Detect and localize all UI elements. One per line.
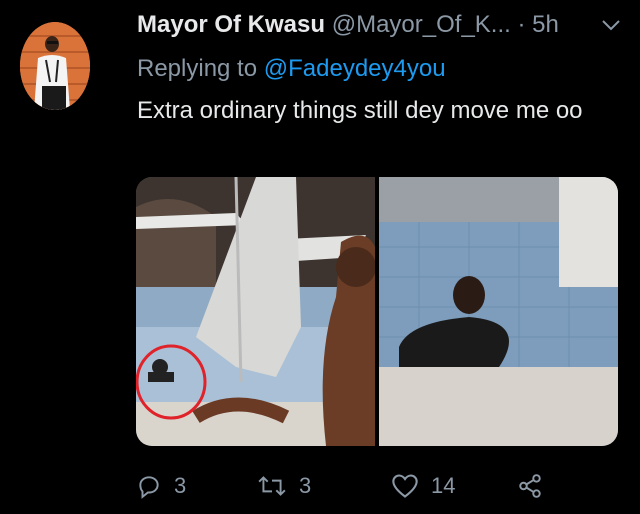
like-button[interactable]: 14 bbox=[391, 473, 455, 499]
reply-icon bbox=[139, 476, 159, 499]
timestamp[interactable]: 5h bbox=[532, 11, 559, 38]
display-name[interactable]: Mayor Of Kwasu bbox=[137, 11, 325, 38]
replying-prefix: Replying to bbox=[137, 55, 258, 82]
tweet-header: Mayor Of Kwasu @Mayor_Of_K... · 5h bbox=[137, 10, 627, 40]
media-photo-2[interactable] bbox=[379, 177, 618, 446]
mention-link[interactable]: @Fadeydey4you bbox=[264, 55, 446, 82]
media-photo-1[interactable] bbox=[136, 177, 375, 446]
like-count: 14 bbox=[431, 473, 456, 498]
retweet-icon bbox=[258, 476, 286, 496]
reply-button[interactable]: 3 bbox=[136, 473, 186, 499]
tweet[interactable]: Mayor Of Kwasu @Mayor_Of_K... · 5h Reply… bbox=[0, 0, 640, 514]
handle[interactable]: @Mayor_Of_K... bbox=[332, 11, 511, 38]
replying-to: Replying to @Fadeydey4you bbox=[137, 52, 446, 86]
media-grid bbox=[136, 177, 618, 446]
heart-icon bbox=[392, 474, 418, 498]
reply-count: 3 bbox=[174, 473, 187, 498]
action-bar: 3 3 14 bbox=[136, 466, 618, 506]
retweet-button[interactable]: 3 bbox=[257, 473, 311, 499]
chevron-down-icon[interactable] bbox=[600, 14, 622, 41]
separator: · bbox=[517, 11, 526, 38]
tweet-text: Extra ordinary things still dey move me … bbox=[137, 97, 583, 124]
share-icon bbox=[519, 474, 541, 498]
avatar[interactable] bbox=[20, 22, 90, 110]
share-button[interactable] bbox=[516, 473, 544, 499]
retweet-count: 3 bbox=[299, 473, 312, 498]
avatar-photo bbox=[20, 22, 90, 110]
